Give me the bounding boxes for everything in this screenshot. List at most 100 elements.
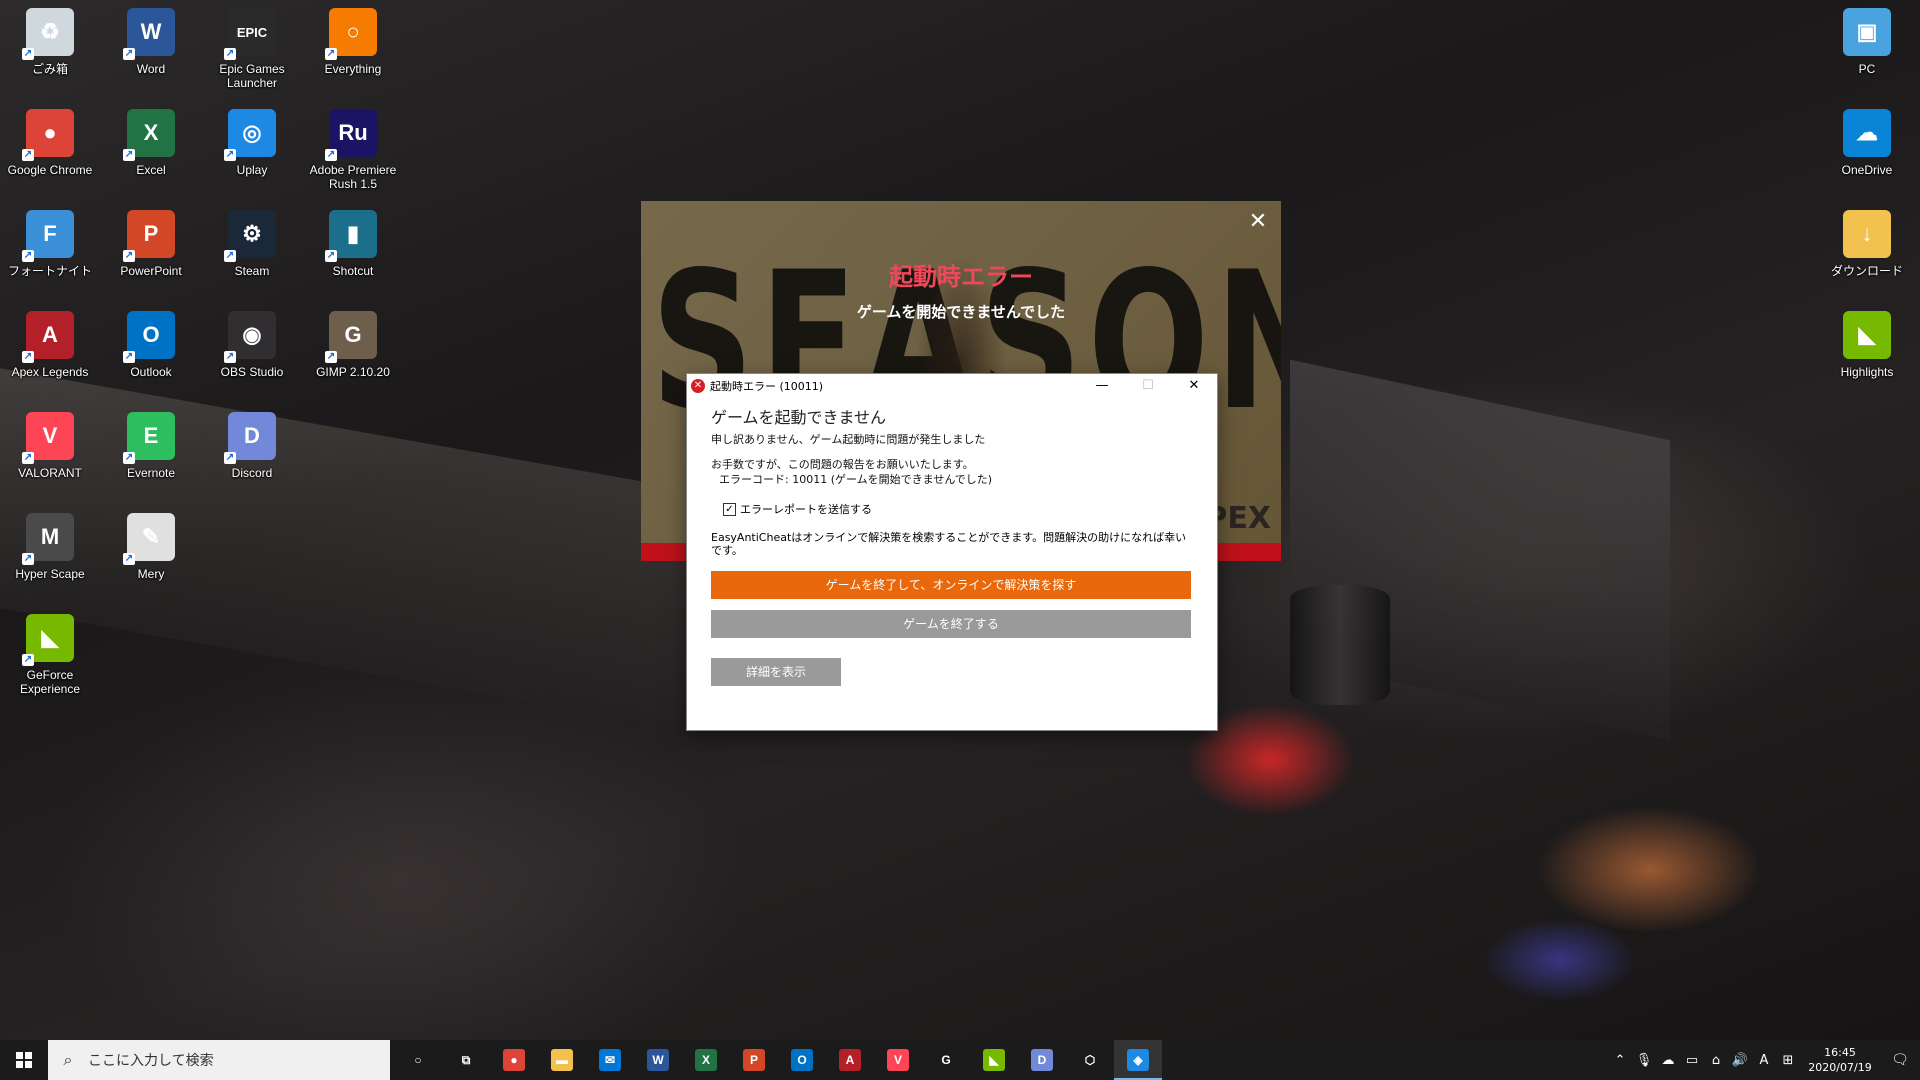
powerpoint-icon: P ↗ — [123, 210, 175, 262]
shortcut-arrow-icon: ↗ — [123, 250, 135, 262]
desktop-icon[interactable]: W ↗ Word — [101, 0, 201, 96]
launcher-error-subtitle: ゲームを開始できませんでした — [856, 303, 1066, 321]
dialog-report-request: お手数ですが、この問題の報告をお願いいたします。 — [711, 458, 974, 471]
shortcut-arrow-icon: ↗ — [123, 553, 135, 565]
minimize-button[interactable]: — — [1079, 374, 1125, 398]
desktop-icon[interactable]: G ↗ GIMP 2.10.20 — [303, 303, 403, 399]
show-details-button[interactable]: 詳細を表示 — [711, 658, 841, 686]
desktop-icon[interactable]: E ↗ Evernote — [101, 404, 201, 500]
ime-indicator[interactable]: A — [1752, 1053, 1776, 1068]
dialog-error-code: エラーコード: 10011 (ゲームを開始できませんでした) — [719, 473, 993, 486]
desktop-icon-label: PC — [1858, 62, 1876, 76]
clock[interactable]: 16:45 2020/07/19 — [1800, 1045, 1880, 1075]
recycle-bin-icon: ♻ ↗ — [22, 8, 74, 60]
taskbar-app[interactable]: V — [874, 1040, 922, 1080]
taskbar-app[interactable]: ⬡ — [1066, 1040, 1114, 1080]
onedrive-tray-icon[interactable]: ☁ — [1656, 1053, 1680, 1068]
desktop-icon[interactable]: F ↗ フォートナイト — [0, 202, 100, 298]
desktop-icon[interactable]: ⚙ ↗ Steam — [202, 202, 302, 298]
desktop-icon[interactable]: ○ ↗ Everything — [303, 0, 403, 96]
ime-mode-icon[interactable]: ⊞ — [1776, 1053, 1800, 1068]
dialog-titlebar: ✕ 起動時エラー (10011) — ☐ ✕ — [687, 374, 1217, 398]
taskbar-app[interactable]: ⧉ — [442, 1040, 490, 1080]
send-report-option[interactable]: ✓ エラーレポートを送信する — [723, 501, 1193, 517]
desktop-icon[interactable]: M ↗ Hyper Scape — [0, 505, 100, 601]
volume-icon[interactable]: 🔊 — [1728, 1053, 1752, 1068]
desktop-icon-label: GIMP 2.10.20 — [316, 365, 390, 379]
error-dialog: ✕ 起動時エラー (10011) — ☐ ✕ ゲームを起動できません 申し訳あり… — [687, 374, 1217, 730]
discord-icon: D ↗ — [224, 412, 276, 464]
microphone-icon[interactable]: 🎙 — [1632, 1053, 1656, 1068]
desktop-icon[interactable]: P ↗ PowerPoint — [101, 202, 201, 298]
taskbar-app[interactable]: ◈ — [1114, 1040, 1162, 1080]
system-tray: ⌃ 🎙 ☁ ▭ ⌂ 🔊 A ⊞ 16:45 2020/07/19 🗨 — [1608, 1040, 1920, 1080]
desktop-icon-label: Uplay — [236, 163, 268, 177]
desktop-icon[interactable]: X ↗ Excel — [101, 101, 201, 197]
chrome-icon: ● ↗ — [22, 109, 74, 161]
error-icon: ✕ — [691, 379, 705, 393]
network-icon[interactable]: ⌂ — [1704, 1053, 1728, 1068]
desktop-icon[interactable]: V ↗ VALORANT — [0, 404, 100, 500]
desktop-icon[interactable]: ▣ PC — [1817, 0, 1917, 96]
taskbar-app[interactable]: ▬ — [538, 1040, 586, 1080]
taskbar-search[interactable]: ⌕ ここに入力して検索 — [48, 1040, 390, 1080]
desktop-icon[interactable]: ↓ ダウンロード — [1817, 202, 1917, 298]
desktop-icon[interactable]: Ru ↗ Adobe Premiere Rush 1.5 — [303, 101, 403, 197]
onedrive-icon: ☁ — [1843, 109, 1891, 157]
taskbar-app[interactable]: ● — [490, 1040, 538, 1080]
notification-icon[interactable]: 🗨 — [1880, 1052, 1920, 1068]
excel-icon: X ↗ — [123, 109, 175, 161]
taskbar-app[interactable]: X — [682, 1040, 730, 1080]
desktop-icon[interactable]: ▮ ↗ Shotcut — [303, 202, 403, 298]
apex-legends-icon: A — [839, 1049, 861, 1071]
launcher-close-button[interactable]: ✕ — [1245, 209, 1271, 235]
taskbar-app[interactable]: A — [826, 1040, 874, 1080]
eac-description: EasyAntiCheatはオンラインで解決策を検索することができます。問題解決… — [711, 531, 1187, 557]
shortcut-arrow-icon: ↗ — [22, 553, 34, 565]
desktop-icon-label: Highlights — [1840, 365, 1894, 379]
desktop-icon[interactable]: EPIC ↗ Epic Games Launcher — [202, 0, 302, 96]
taskbar-app[interactable]: ✉ — [586, 1040, 634, 1080]
desktop-icon-label: Everything — [324, 62, 382, 76]
highlights-icon: ◣ — [1843, 311, 1891, 359]
quit-and-search-button[interactable]: ゲームを終了して、オンラインで解決策を探す — [711, 571, 1191, 599]
desktop-icon-label: Outlook — [130, 365, 172, 379]
outlook-icon: O ↗ — [123, 311, 175, 363]
taskbar: ⌕ ここに入力して検索 ○ ⧉ ● ▬ ✉ W X P O A V G ◣ D ⬡ ◈ ⌃ 🎙 ☁ ▭ ⌂ 🔊… — [0, 1040, 1920, 1080]
desktop-icon[interactable]: ◣ Highlights — [1817, 303, 1917, 399]
desktop-icon[interactable]: ♻ ↗ ごみ箱 — [0, 0, 100, 96]
taskbar-app[interactable]: G — [922, 1040, 970, 1080]
send-report-checkbox[interactable]: ✓ — [723, 502, 736, 516]
desktop-icon[interactable]: D ↗ Discord — [202, 404, 302, 500]
taskbar-app[interactable]: ◣ — [970, 1040, 1018, 1080]
desktop-icon[interactable]: ◣ ↗ GeForce Experience — [0, 606, 100, 702]
desktop-icon-label: OBS Studio — [220, 365, 284, 379]
taskbar-app[interactable]: O — [778, 1040, 826, 1080]
start-button[interactable] — [0, 1040, 48, 1080]
taskbar-app[interactable]: W — [634, 1040, 682, 1080]
desktop-icon[interactable]: O ↗ Outlook — [101, 303, 201, 399]
desktop-icon[interactable]: ◎ ↗ Uplay — [202, 101, 302, 197]
desktop-icon-label: Mery — [137, 567, 165, 581]
desktop-icon-label: Epic Games Launcher — [219, 62, 285, 90]
desktop-icon[interactable]: ◉ ↗ OBS Studio — [202, 303, 302, 399]
quit-game-button[interactable]: ゲームを終了する — [711, 610, 1191, 638]
taskbar-app[interactable]: ○ — [394, 1040, 442, 1080]
outlook-icon: O — [791, 1049, 813, 1071]
battery-icon[interactable]: ▭ — [1680, 1053, 1704, 1068]
desktop-icon[interactable]: ✎ ↗ Mery — [101, 505, 201, 601]
desktop-icon-label: ごみ箱 — [31, 62, 68, 76]
shortcut-arrow-icon: ↗ — [22, 654, 34, 666]
taskbar-app[interactable]: D — [1018, 1040, 1066, 1080]
desktop-icon[interactable]: A ↗ Apex Legends — [0, 303, 100, 399]
geforce-icon: ◣ — [983, 1049, 1005, 1071]
desktop-icon[interactable]: ● ↗ Google Chrome — [0, 101, 100, 197]
tray-overflow-icon[interactable]: ⌃ — [1608, 1053, 1632, 1068]
desktop-icon[interactable]: ☁ OneDrive — [1817, 101, 1917, 197]
taskbar-app[interactable]: P — [730, 1040, 778, 1080]
obs-icon: ◉ ↗ — [224, 311, 276, 363]
evernote-icon: E ↗ — [123, 412, 175, 464]
close-button[interactable]: ✕ — [1171, 374, 1217, 398]
wallpaper-capacitor — [1290, 585, 1390, 705]
desktop-icon-label: Hyper Scape — [15, 567, 85, 581]
